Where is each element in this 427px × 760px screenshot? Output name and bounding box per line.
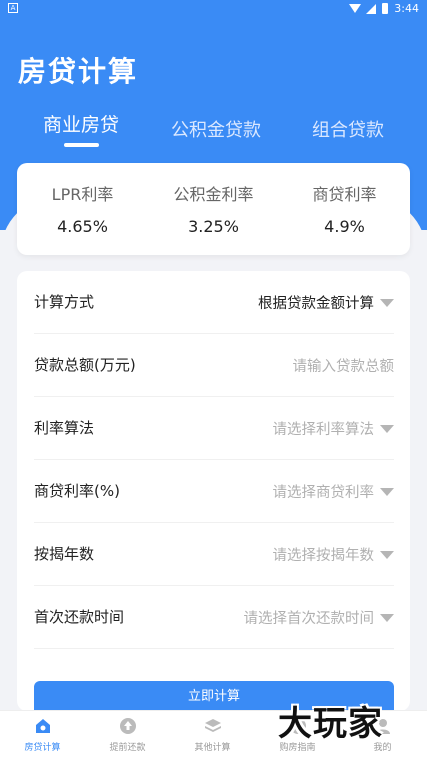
- row-value: 根据贷款金额计算: [258, 296, 374, 312]
- rate-value: 4.9%: [324, 217, 365, 236]
- row-placeholder: 请选择商贷利率: [272, 485, 375, 501]
- calc-method-row[interactable]: 计算方式 根据贷款金额计算: [34, 271, 394, 334]
- tab-combined-loan[interactable]: 组合贷款: [312, 116, 384, 142]
- watermark-logo: 大玩家: [278, 704, 383, 744]
- tab-commercial-loan[interactable]: 商业房贷: [43, 110, 119, 137]
- nav-item-prepayment[interactable]: 提前还款: [85, 717, 170, 753]
- nav-label: 其他计算: [194, 743, 231, 753]
- first-payment-row[interactable]: 首次还款时间 请选择首次还款时间: [34, 586, 394, 649]
- nav-item-mortgage-calc[interactable]: 房贷计算: [0, 717, 85, 753]
- rate-label: 商贷利率: [312, 185, 377, 204]
- calc-method-select[interactable]: 根据贷款金额计算: [258, 292, 394, 313]
- row-label: 贷款总额(万元): [34, 356, 136, 374]
- mortgage-years-row[interactable]: 按揭年数 请选择按揭年数: [34, 523, 394, 586]
- signal-icon: [366, 3, 377, 14]
- nav-label: 房贷计算: [24, 743, 61, 753]
- commercial-rate-select[interactable]: 请选择商贷利率: [272, 481, 394, 502]
- row-label: 按揭年数: [34, 545, 95, 563]
- dropdown-arrow-icon: [380, 424, 394, 433]
- row-placeholder: 请选择首次还款时间: [243, 611, 375, 627]
- home-icon: [35, 719, 50, 733]
- loan-form: 计算方式 根据贷款金额计算 贷款总额(万元) 请输入贷款总额 利率算法 请选择利…: [17, 271, 410, 711]
- row-placeholder: 请输入贷款总额: [292, 359, 395, 375]
- rate-label: LPR利率: [51, 185, 114, 204]
- nav-label: 提前还款: [109, 743, 146, 753]
- rate-provident-fund: 公积金利率 3.25%: [148, 181, 279, 236]
- dropdown-arrow-icon: [380, 487, 394, 496]
- status-app-badge: A: [8, 3, 18, 13]
- dropdown-arrow-icon: [380, 550, 394, 559]
- first-payment-select[interactable]: 请选择首次还款时间: [243, 607, 394, 628]
- row-placeholder: 请选择按揭年数: [272, 548, 375, 564]
- rate-value: 4.65%: [57, 217, 108, 236]
- status-time: 3:44: [394, 2, 419, 15]
- loan-amount-row[interactable]: 贷款总额(万元) 请输入贷款总额: [34, 334, 394, 397]
- loan-amount-input[interactable]: 请输入贷款总额: [293, 355, 395, 376]
- wifi-icon: [349, 4, 362, 13]
- rate-method-select[interactable]: 请选择利率算法: [272, 418, 394, 439]
- rate-value: 3.25%: [188, 217, 239, 236]
- active-tab-indicator: [64, 143, 99, 147]
- battery-icon: [382, 3, 389, 14]
- rate-label: 公积金利率: [173, 185, 254, 204]
- rate-method-row[interactable]: 利率算法 请选择利率算法: [34, 397, 394, 460]
- row-placeholder: 请选择利率算法: [272, 422, 375, 438]
- mortgage-years-select[interactable]: 请选择按揭年数: [272, 544, 394, 565]
- row-label: 利率算法: [34, 419, 95, 437]
- page-title: 房贷计算: [18, 55, 139, 88]
- tab-provident-fund-loan[interactable]: 公积金贷款: [171, 116, 261, 142]
- layers-icon: [204, 719, 221, 732]
- commercial-rate-row[interactable]: 商贷利率(%) 请选择商贷利率: [34, 460, 394, 523]
- row-label: 计算方式: [34, 293, 95, 311]
- rates-card: LPR利率 4.65% 公积金利率 3.25% 商贷利率 4.9%: [17, 163, 410, 255]
- rate-commercial: 商贷利率 4.9%: [279, 181, 410, 236]
- nav-item-other-calc[interactable]: 其他计算: [170, 717, 255, 753]
- upload-circle-icon: [119, 718, 136, 734]
- rate-lpr: LPR利率 4.65%: [17, 181, 148, 236]
- row-label: 首次还款时间: [34, 608, 125, 626]
- status-bar: A 3:44: [0, 0, 427, 18]
- dropdown-arrow-icon: [380, 298, 394, 307]
- row-label: 商贷利率(%): [34, 482, 120, 500]
- dropdown-arrow-icon: [380, 613, 394, 622]
